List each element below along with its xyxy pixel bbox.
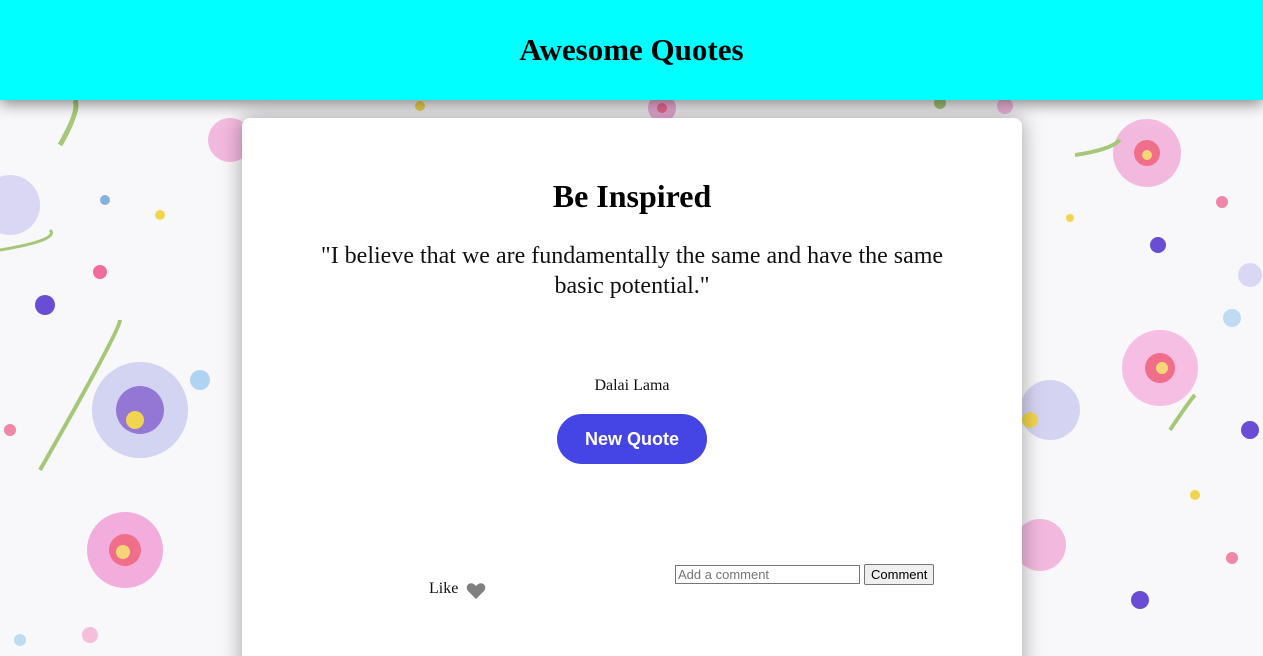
like-label: Like (429, 580, 459, 597)
like-button[interactable]: Like (429, 578, 486, 600)
site-title: Awesome Quotes (519, 32, 744, 67)
quote-text: "I believe that we are fundamentally the… (320, 243, 944, 299)
comment-input[interactable] (675, 565, 860, 584)
quote-author: Dalai Lama (594, 377, 670, 394)
card-title: Be Inspired (552, 178, 712, 214)
heart-icon[interactable] (466, 582, 486, 600)
comment-form: Comment (675, 564, 935, 585)
comment-button[interactable]: Comment (864, 564, 935, 585)
new-quote-button[interactable]: New Quote (557, 414, 707, 464)
site-header: Awesome Quotes (0, 0, 1263, 100)
quote-card: Be Inspired "I believe that we are funda… (242, 118, 1022, 656)
